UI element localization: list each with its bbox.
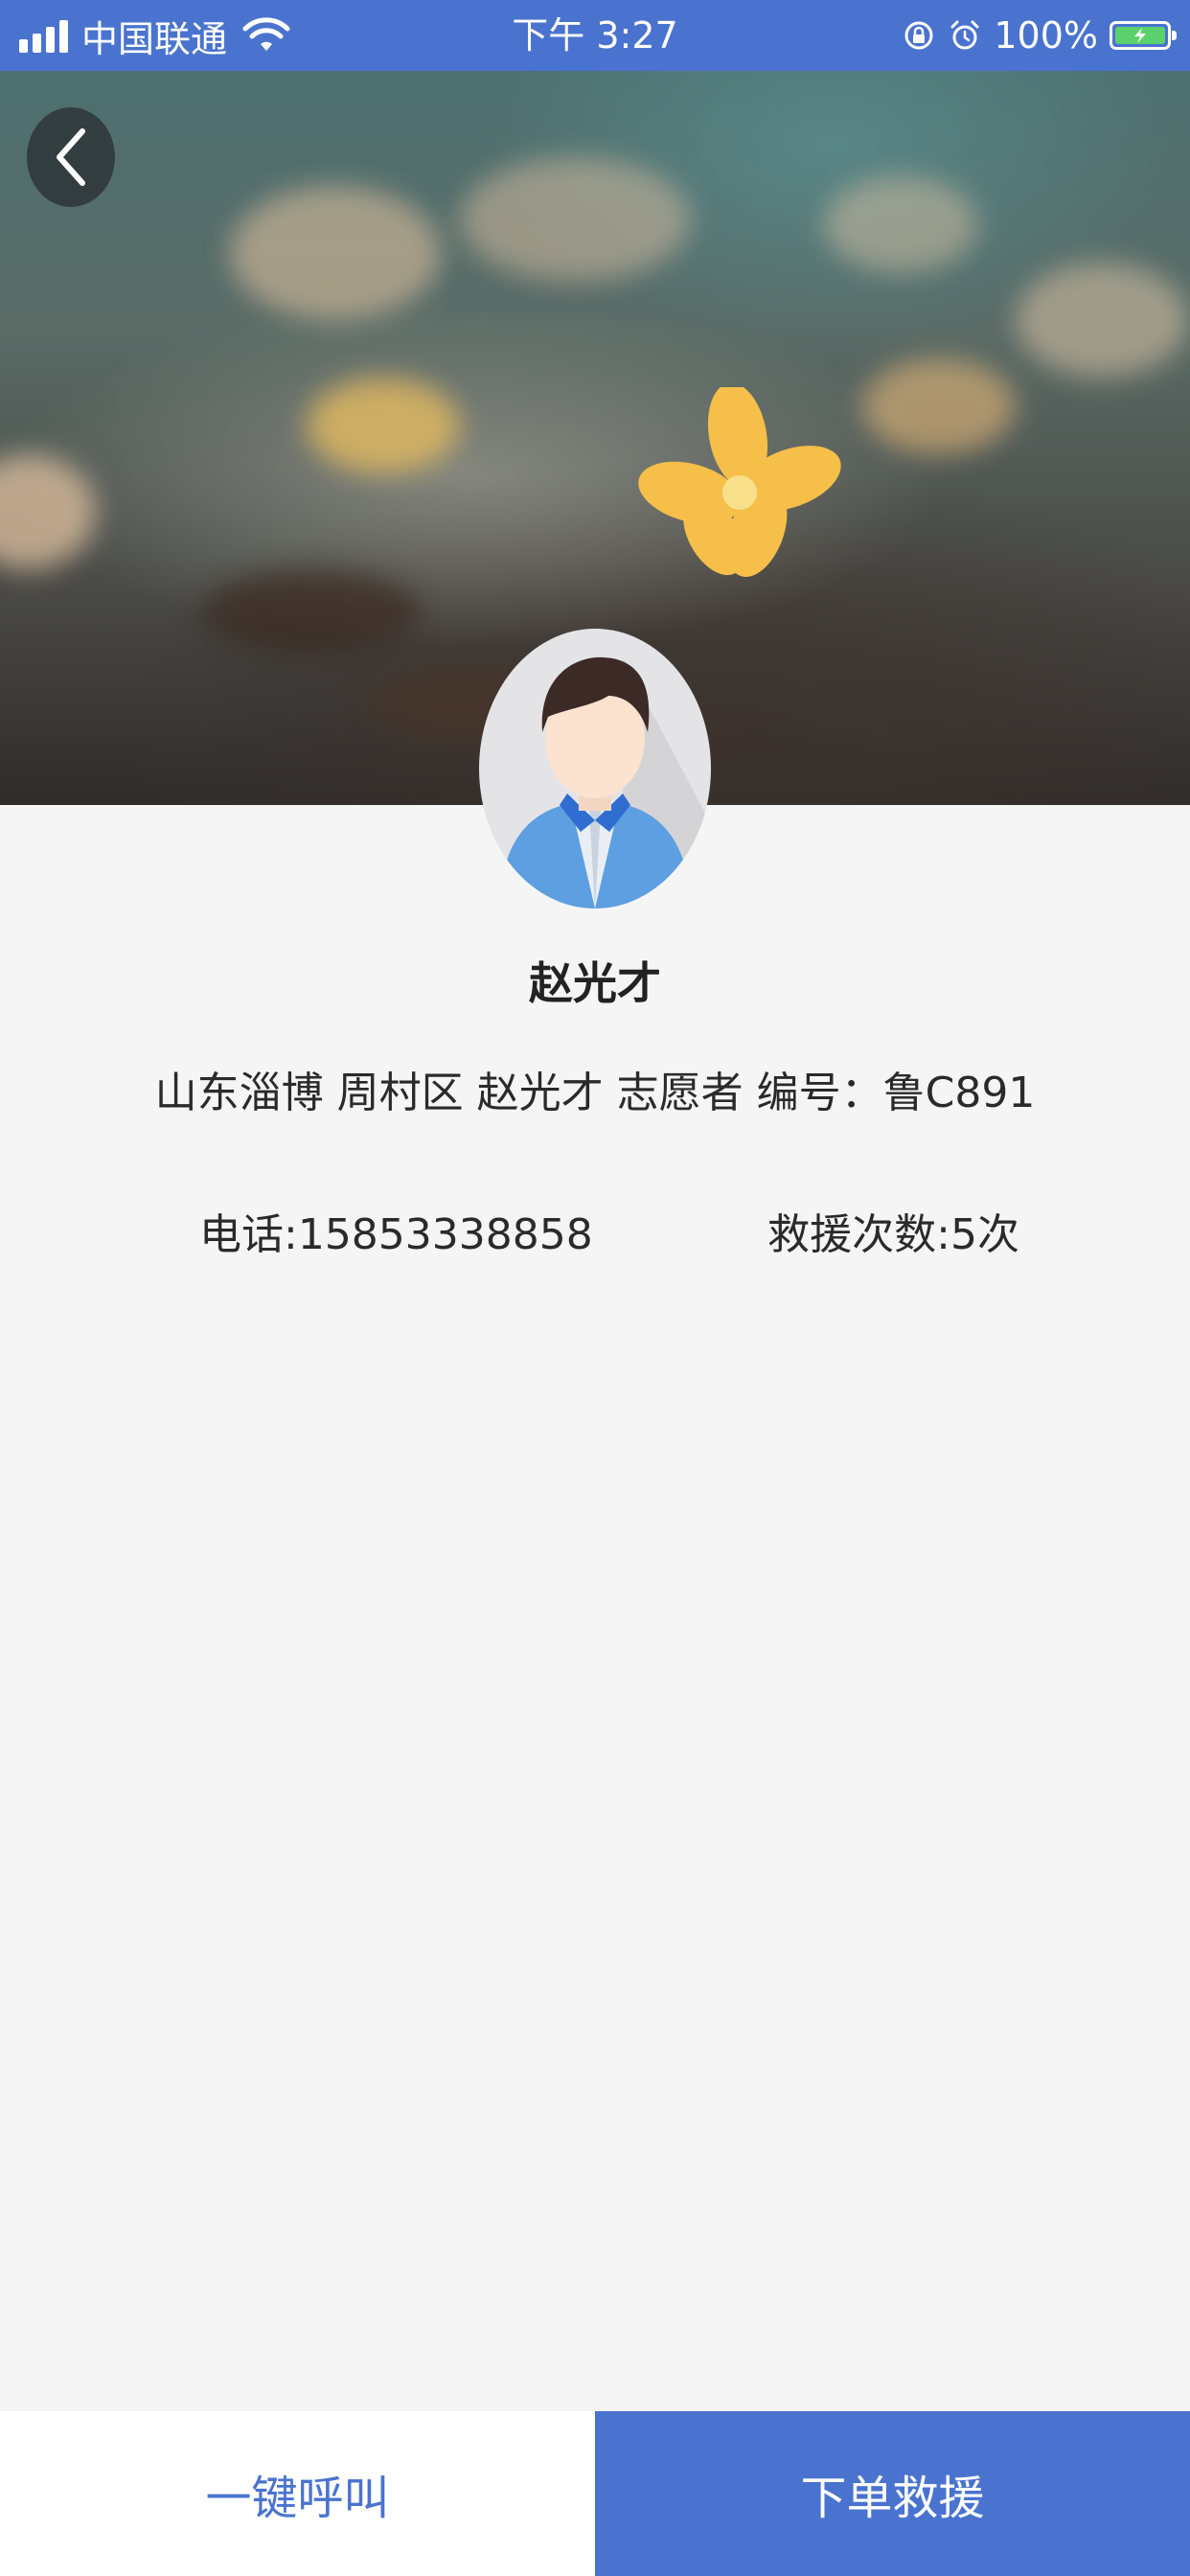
- status-bar: 中国联通 下午 3:27 100%: [0, 0, 1190, 71]
- one-click-call-button[interactable]: 一键呼叫: [0, 2411, 595, 2576]
- bottom-action-bar: 一键呼叫 下单救援: [0, 2411, 1190, 2576]
- alarm-icon: [950, 20, 979, 50]
- user-avatar-icon: [500, 656, 709, 908]
- back-button[interactable]: [27, 107, 115, 207]
- battery-percentage: 100%: [994, 14, 1098, 57]
- volunteer-name: 赵光才: [529, 957, 661, 1009]
- status-right: 100%: [902, 0, 1177, 71]
- phone-number: 电话:15853338858: [199, 1210, 593, 1259]
- volunteer-description: 山东淄博 周村区 赵光才 志愿者 编号：鲁C891: [154, 1069, 1036, 1117]
- battery-charging-icon: [1110, 21, 1177, 50]
- order-rescue-button[interactable]: 下单救援: [595, 2411, 1190, 2576]
- avatar: [479, 629, 711, 908]
- chevron-left-icon: [57, 128, 85, 186]
- flower-illustration: [638, 387, 841, 577]
- rescue-count: 救援次数:5次: [767, 1210, 1019, 1259]
- orientation-lock-icon: [904, 21, 933, 50]
